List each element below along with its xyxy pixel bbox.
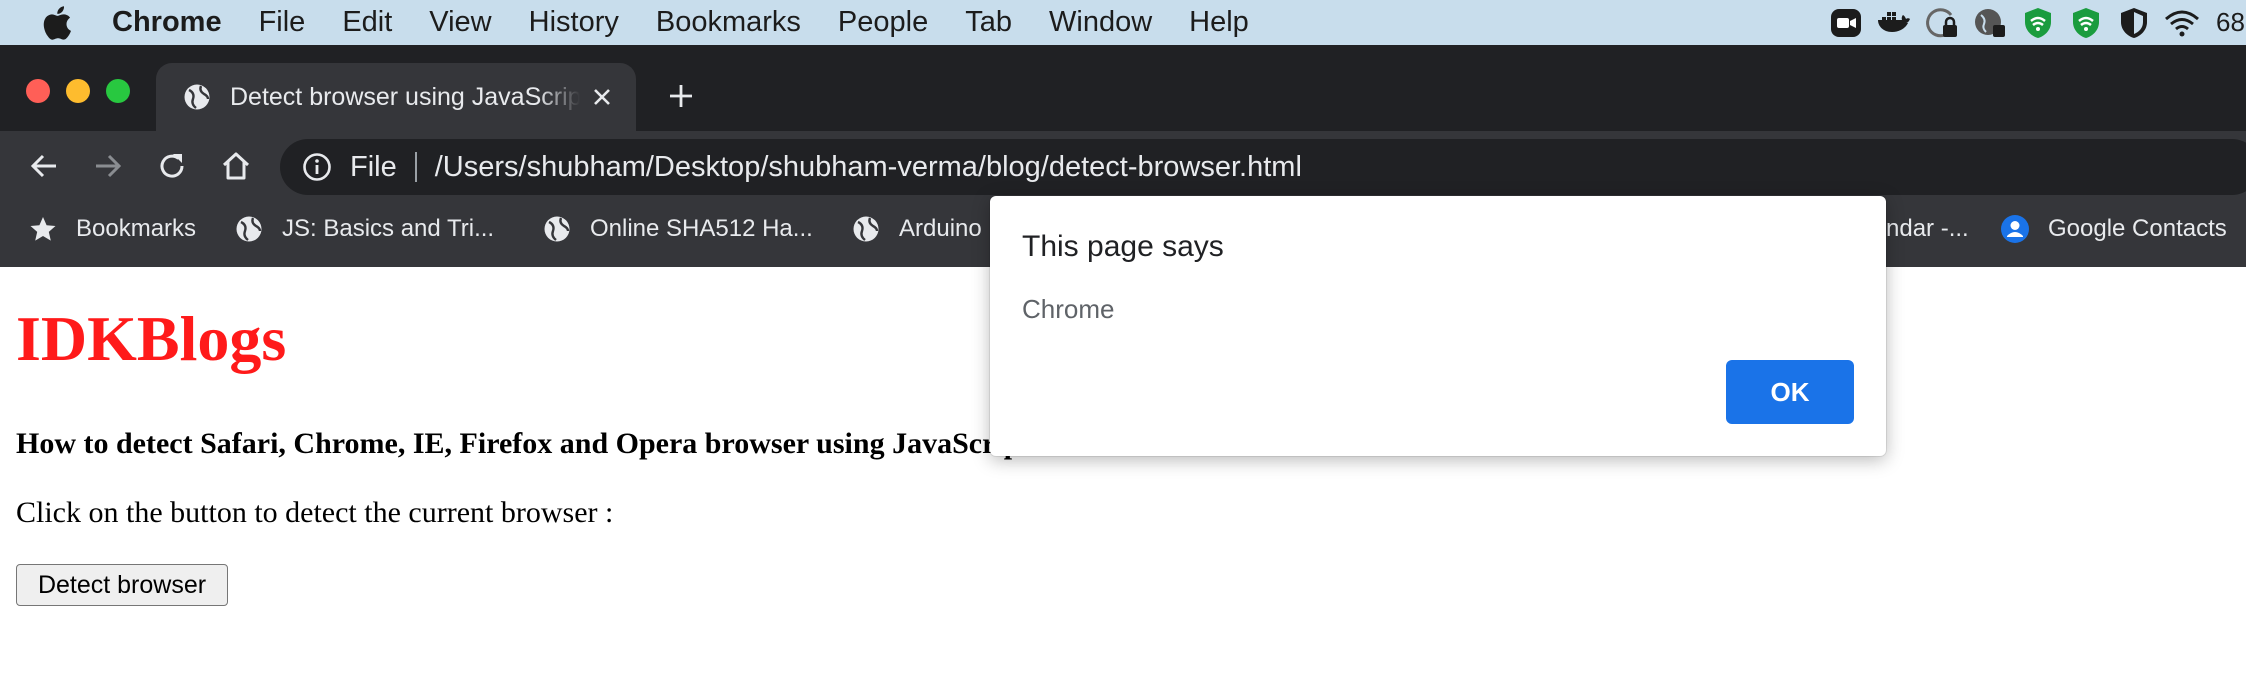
bookmark-online-sha512[interactable]: Online SHA512 Ha... — [542, 201, 813, 257]
menu-bar-clock[interactable]: 68 — [2216, 7, 2246, 38]
menu-chrome[interactable]: Chrome — [112, 0, 222, 45]
detect-browser-button[interactable]: Detect browser — [16, 564, 228, 606]
bookmark-label: Online SHA512 Ha... — [590, 215, 813, 242]
tab-active[interactable]: Detect browser using JavaScript — [156, 63, 636, 131]
menu-bookmarks[interactable]: Bookmarks — [656, 0, 801, 45]
new-tab-button[interactable] — [664, 79, 698, 113]
vpn-lock-icon[interactable] — [1924, 5, 1960, 41]
page-subtitle: How to detect Safari, Chrome, IE, Firefo… — [16, 427, 1031, 460]
shield-wifi-icon-2[interactable] — [2068, 5, 2104, 41]
bookmark-calendar[interactable]: ndar -... — [1886, 201, 1969, 257]
browser-toolbar: File /Users/shubham/Desktop/shubham-verm… — [0, 131, 2246, 201]
bookmark-js-basics[interactable]: JS: Basics and Tri... — [234, 201, 494, 257]
bookmark-google-contacts[interactable]: Google Contacts — [2000, 201, 2227, 257]
globe-icon — [851, 214, 881, 244]
address-bar[interactable]: File /Users/shubham/Desktop/shubham-verm… — [280, 139, 2246, 195]
menu-window[interactable]: Window — [1049, 0, 1152, 45]
wifi-icon[interactable] — [2164, 5, 2200, 41]
instruction-text: Click on the button to detect the curren… — [16, 496, 614, 529]
shield-icon[interactable] — [2116, 5, 2152, 41]
globe-icon — [542, 214, 572, 244]
ok-button[interactable]: OK — [1726, 360, 1854, 424]
bookmark-label: ndar -... — [1886, 215, 1969, 242]
menu-edit[interactable]: Edit — [342, 0, 392, 45]
site-info-icon[interactable] — [300, 150, 334, 184]
menu-history[interactable]: History — [529, 0, 619, 45]
forward-button[interactable] — [90, 148, 126, 184]
dialog-title: This page says — [1022, 230, 1224, 263]
back-button[interactable] — [26, 148, 62, 184]
bookmark-arduino[interactable]: Arduino — [851, 201, 982, 257]
bookmark-bookmarks[interactable]: Bookmarks — [28, 201, 196, 257]
globe-icon — [182, 82, 212, 112]
bookmark-label: Arduino — [899, 215, 982, 242]
tab-title: Detect browser using JavaScript — [230, 82, 580, 111]
contacts-icon — [2000, 214, 2030, 244]
apple-menu-icon[interactable] — [40, 5, 74, 40]
menu-people[interactable]: People — [838, 0, 928, 45]
docker-icon[interactable] — [1876, 5, 1912, 41]
url-scheme-label: File — [350, 150, 397, 183]
tab-strip: Detect browser using JavaScript — [0, 45, 2246, 131]
bookmark-label: JS: Basics and Tri... — [282, 215, 495, 242]
window-close-button[interactable] — [26, 79, 50, 103]
shield-wifi-icon[interactable] — [2020, 5, 2056, 41]
url-text[interactable]: /Users/shubham/Desktop/shubham-verma/blo… — [435, 151, 1302, 184]
macos-menu-bar: Chrome File Edit View History Bookmarks … — [0, 0, 2246, 45]
menu-help[interactable]: Help — [1189, 0, 1249, 45]
globe-icon — [234, 214, 264, 244]
alert-dialog: This page says Chrome OK — [990, 196, 1886, 456]
menu-file[interactable]: File — [259, 0, 306, 45]
dialog-message: Chrome — [1022, 294, 1115, 324]
url-separator — [414, 152, 417, 182]
menu-bar-status-area: 68 — [1816, 0, 2246, 45]
star-icon — [28, 214, 58, 244]
window-minimize-button[interactable] — [66, 79, 90, 103]
menu-tab[interactable]: Tab — [965, 0, 1012, 45]
window-zoom-button[interactable] — [106, 79, 130, 103]
reload-button[interactable] — [154, 148, 190, 184]
tab-close-icon[interactable] — [588, 83, 616, 111]
zoom-icon[interactable] — [1828, 5, 1864, 41]
globe-lock-icon[interactable] — [1972, 5, 2008, 41]
bookmark-label: Bookmarks — [76, 215, 197, 242]
page-title: IDKBlogs — [16, 303, 287, 374]
home-button[interactable] — [218, 148, 254, 184]
bookmark-label: Google Contacts — [2048, 215, 2227, 242]
menu-view[interactable]: View — [429, 0, 491, 45]
